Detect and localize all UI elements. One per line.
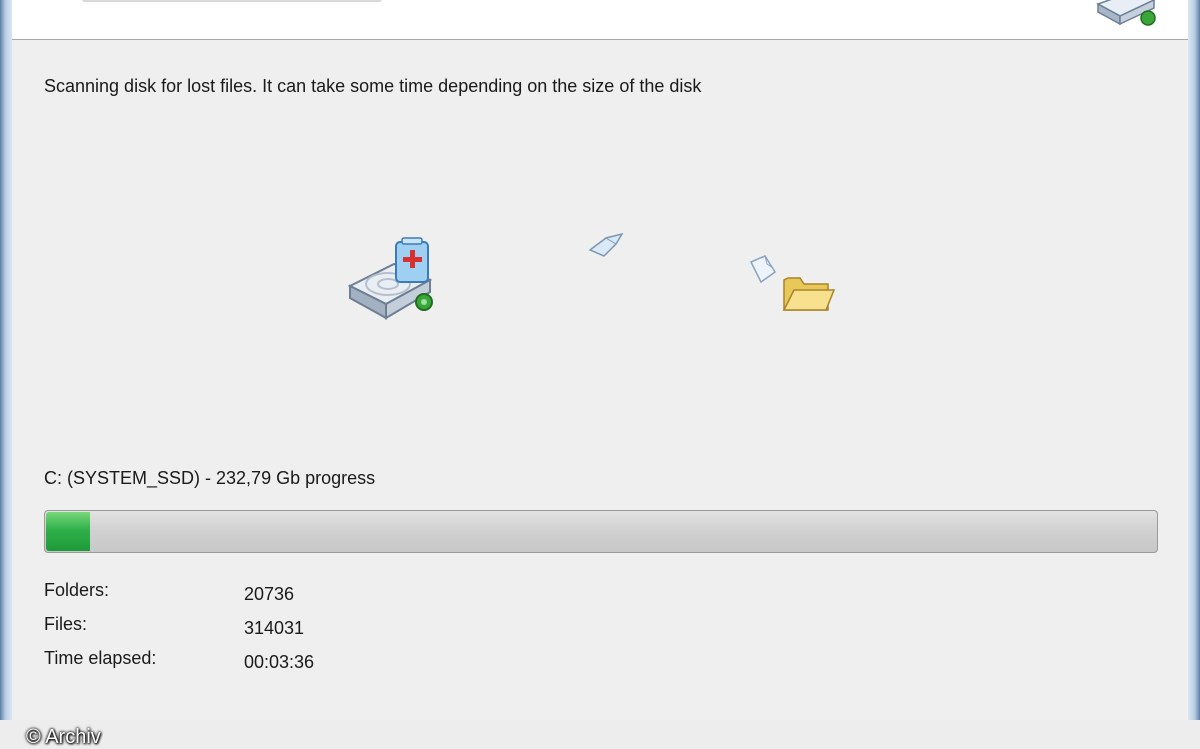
- stat-value: 00:03:36: [244, 652, 315, 672]
- stat-value: 20736: [244, 584, 295, 604]
- stat-label: Time elapsed:: [44, 648, 157, 668]
- document-icon: [749, 255, 777, 284]
- wizard-content: Scanning disk for lost files. It can tak…: [12, 40, 1188, 748]
- stat-label: Folders:: [44, 580, 110, 600]
- scan-progress-bar: [44, 510, 1158, 553]
- document-icon: [588, 232, 624, 257]
- window-frame-right: [1188, 0, 1200, 720]
- disk-recovery-icon: [347, 237, 433, 320]
- scan-instruction: Scanning disk for lost files. It can tak…: [44, 76, 702, 96]
- stat-value: 314031: [244, 618, 305, 638]
- progress-label: C: (SYSTEM_SSD) - 232,79 Gb progress: [44, 468, 376, 488]
- disk-recovery-icon: [1096, 0, 1156, 26]
- watermark: © Archiv: [26, 726, 101, 748]
- stat-row-folders: Folders: 20736: [44, 580, 444, 614]
- window-frame-left: [0, 0, 12, 720]
- folder-icon: [782, 277, 836, 311]
- stat-row-files: Files: 314031: [44, 614, 444, 648]
- progress-fill: [46, 512, 91, 551]
- scan-stats: Folders: 20736 Files: 314031 Time elapsed: 00…: [44, 580, 444, 682]
- wizard-header: [12, 0, 1188, 40]
- stat-row-time-elapsed: Time elapsed: 00:03:36: [44, 648, 444, 682]
- header-title-cutoff: [82, 0, 382, 2]
- stat-label: Files:: [44, 614, 88, 634]
- scan-animation: [12, 230, 1188, 340]
